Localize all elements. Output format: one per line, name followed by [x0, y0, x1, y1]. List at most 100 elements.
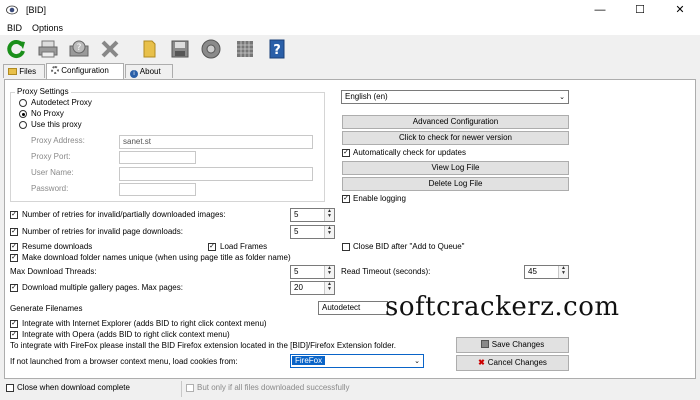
- toolbar: ? ?: [0, 35, 700, 63]
- auto-check-updates-checkbox[interactable]: ✓: [342, 149, 350, 157]
- advanced-configuration-button[interactable]: Advanced Configuration: [342, 115, 569, 129]
- refresh-icon[interactable]: [5, 38, 27, 60]
- read-timeout-stepper[interactable]: 45 ▲ ▼: [524, 265, 569, 279]
- unique-folders-checkbox[interactable]: ✓: [10, 254, 18, 262]
- app-eye-icon: [6, 4, 18, 16]
- cookies-source-value: FireFox: [292, 356, 326, 365]
- gallery-pages-checkbox[interactable]: ✓: [10, 284, 18, 292]
- tab-about[interactable]: i About: [125, 64, 173, 78]
- tab-label: About: [139, 67, 161, 76]
- read-timeout-label: Read Timeout (seconds):: [341, 267, 431, 276]
- max-threads-stepper[interactable]: 5 ▲ ▼: [290, 265, 335, 279]
- resume-downloads-checkbox[interactable]: ✓: [10, 243, 18, 251]
- spin-arrows-icon: ▲ ▼: [324, 226, 334, 238]
- language-select[interactable]: English (en) ⌄: [341, 90, 569, 104]
- use-this-proxy-label: Use this proxy: [31, 120, 82, 129]
- firefox-note: To integrate with FireFox please install…: [10, 341, 396, 350]
- generate-filenames-select[interactable]: Autodetect: [318, 301, 388, 315]
- proxy-settings-label: Proxy Settings: [15, 87, 71, 96]
- cancel-icon: ✖: [478, 358, 485, 367]
- menu-bid[interactable]: BID: [7, 23, 22, 33]
- minimize-icon[interactable]: —: [580, 0, 620, 20]
- username-label: User Name:: [31, 168, 74, 177]
- tab-label: Files: [19, 67, 37, 76]
- username-input[interactable]: [119, 167, 313, 181]
- autodetect-proxy-label: Autodetect Proxy: [31, 98, 92, 107]
- save-icon[interactable]: [169, 38, 191, 60]
- enable-logging-checkbox[interactable]: ✓: [342, 195, 350, 203]
- close-icon[interactable]: ✕: [660, 0, 700, 20]
- menu-bar: BID Options: [0, 20, 700, 35]
- cookies-source-label: If not launched from a browser context m…: [10, 357, 238, 366]
- auto-check-updates-label: Automatically check for updates: [353, 148, 466, 157]
- spin-arrows-icon: ▲ ▼: [324, 209, 334, 221]
- cookies-source-select[interactable]: FireFox ⌄: [290, 354, 424, 368]
- maximize-icon[interactable]: ☐: [620, 0, 660, 20]
- retries-images-stepper[interactable]: 5 ▲ ▼: [290, 208, 335, 222]
- enable-logging-label: Enable logging: [353, 194, 406, 203]
- info-icon: i: [130, 70, 138, 78]
- only-if-success-checkbox[interactable]: [186, 384, 194, 392]
- settings-icon[interactable]: [200, 38, 222, 60]
- load-frames-label: Load Frames: [220, 242, 268, 251]
- folder-icon[interactable]: [138, 38, 160, 60]
- retries-pages-stepper[interactable]: 5 ▲ ▼: [290, 225, 335, 239]
- close-bid-checkbox[interactable]: [342, 243, 350, 251]
- retries-pages-checkbox[interactable]: ✓: [10, 228, 18, 236]
- info-icon[interactable]: ?: [266, 38, 288, 60]
- load-frames-checkbox[interactable]: ✓: [208, 243, 216, 251]
- generate-filenames-label: Generate Filenames: [10, 304, 83, 313]
- spin-arrows-icon: ▲ ▼: [558, 266, 568, 278]
- watermark-text: softcrackerz.com: [385, 292, 620, 322]
- window-title: [BID]: [26, 5, 47, 15]
- view-log-file-button[interactable]: View Log File: [342, 161, 569, 175]
- radio-no-proxy[interactable]: [19, 110, 27, 118]
- resume-downloads-label: Resume downloads: [22, 242, 93, 251]
- max-threads-label: Max Download Threads:: [10, 267, 97, 276]
- proxy-port-label: Proxy Port:: [31, 152, 71, 161]
- status-divider: [181, 381, 182, 397]
- integrate-ie-checkbox[interactable]: ✓: [10, 320, 18, 328]
- stop-icon[interactable]: [99, 38, 121, 60]
- radio-use-this-proxy[interactable]: [19, 121, 27, 129]
- gear-icon: [51, 66, 59, 74]
- generate-filenames-value: Autodetect: [322, 303, 361, 312]
- integrate-opera-label: Integrate with Opera (adds BID to right …: [22, 330, 230, 339]
- close-bid-label: Close BID after "Add to Queue": [353, 242, 465, 251]
- status-bar: Close when download complete But only if…: [0, 379, 700, 400]
- max-threads-value: 5: [294, 267, 299, 276]
- close-when-complete-checkbox[interactable]: [6, 384, 14, 392]
- password-input[interactable]: [119, 183, 196, 196]
- tab-files[interactable]: Files: [3, 64, 45, 78]
- proxy-address-input[interactable]: sanet.st: [119, 135, 313, 149]
- tab-label: Configuration: [61, 66, 109, 75]
- read-timeout-value: 45: [528, 267, 537, 276]
- tab-bar: Files Configuration i About: [0, 63, 700, 79]
- cancel-changes-button[interactable]: ✖ Cancel Changes: [456, 355, 569, 371]
- spin-arrows-icon: ▲ ▼: [324, 282, 334, 294]
- grid-icon[interactable]: [234, 38, 256, 60]
- password-label: Password:: [31, 184, 69, 193]
- save-changes-button[interactable]: Save Changes: [456, 337, 569, 353]
- proxy-port-input[interactable]: [119, 151, 196, 164]
- language-value: English (en): [345, 92, 388, 101]
- check-version-button[interactable]: Click to check for newer version: [342, 131, 569, 145]
- title-bar: [BID] — ☐ ✕: [0, 0, 700, 20]
- retries-pages-label: Number of retries for invalid page downl…: [22, 227, 183, 236]
- proxy-address-label: Proxy Address:: [31, 136, 85, 145]
- gallery-pages-value: 20: [294, 283, 303, 292]
- integrate-opera-checkbox[interactable]: ✓: [10, 331, 18, 339]
- delete-log-file-button[interactable]: Delete Log File: [342, 177, 569, 191]
- help-icon[interactable]: ?: [68, 38, 90, 60]
- gallery-pages-stepper[interactable]: 20 ▲ ▼: [290, 281, 335, 295]
- retries-images-checkbox[interactable]: ✓: [10, 211, 18, 219]
- only-if-success-label: But only if all files downloaded success…: [197, 383, 350, 392]
- folder-icon: [8, 68, 17, 75]
- menu-options[interactable]: Options: [32, 23, 63, 33]
- cancel-changes-label: Cancel Changes: [487, 358, 547, 367]
- radio-autodetect-proxy[interactable]: [19, 99, 27, 107]
- retries-pages-value: 5: [294, 227, 299, 236]
- tab-configuration[interactable]: Configuration: [46, 63, 124, 79]
- svg-text:?: ?: [77, 43, 82, 53]
- printer-icon[interactable]: [37, 38, 59, 60]
